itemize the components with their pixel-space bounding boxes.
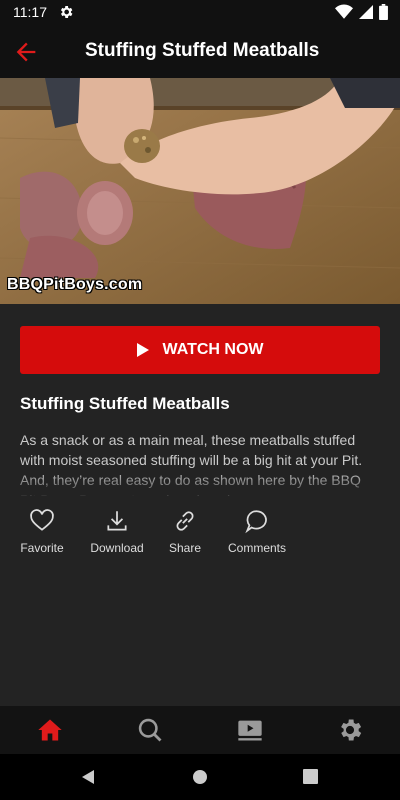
back-nav-icon[interactable] [80,769,96,785]
watch-now-button[interactable]: WATCH NOW [20,326,380,374]
download-label: Download [90,541,144,555]
status-bar: 11:17 [0,0,400,24]
arrow-left-icon[interactable] [12,38,40,66]
watermark-text: BBQPitBoys.com [7,276,143,293]
description-fade [0,470,400,500]
system-nav-bar [0,754,400,800]
cell-signal-icon [359,5,373,19]
battery-icon [379,4,388,20]
status-time: 11:17 [13,4,47,20]
settings-status-icon [60,6,73,18]
heart-icon [30,509,54,531]
share-label: Share [168,541,202,555]
status-icons [335,4,388,20]
page-title: Stuffing Stuffed Meatballs [85,40,320,61]
action-row: Favorite Download Share Comments [0,508,400,558]
search-icon[interactable] [136,716,164,744]
home-icon[interactable] [36,716,64,744]
wifi-icon [335,4,353,19]
comments-label: Comments [227,541,286,555]
video-title: Stuffing Stuffed Meatballs [20,394,230,413]
comment-icon [245,510,267,534]
video-icon[interactable] [236,716,264,744]
watch-now-label: WATCH NOW [162,341,264,358]
play-icon [137,343,150,357]
bottom-nav [0,706,400,754]
app-bar: Stuffing Stuffed Meatballs [0,24,400,78]
gear-icon[interactable] [336,716,364,744]
download-button[interactable]: Download [88,508,146,555]
link-icon [176,511,194,531]
favorite-button[interactable]: Favorite [20,508,64,555]
download-icon [107,511,127,531]
favorite-label: Favorite [20,541,64,555]
meatball-photo [0,78,400,304]
video-thumbnail[interactable]: BBQPitBoys.com [0,78,400,304]
comments-button[interactable]: Comments [225,508,289,555]
home-nav-icon[interactable] [192,769,208,785]
recents-nav-icon[interactable] [303,769,318,784]
share-button[interactable]: Share [167,508,203,555]
